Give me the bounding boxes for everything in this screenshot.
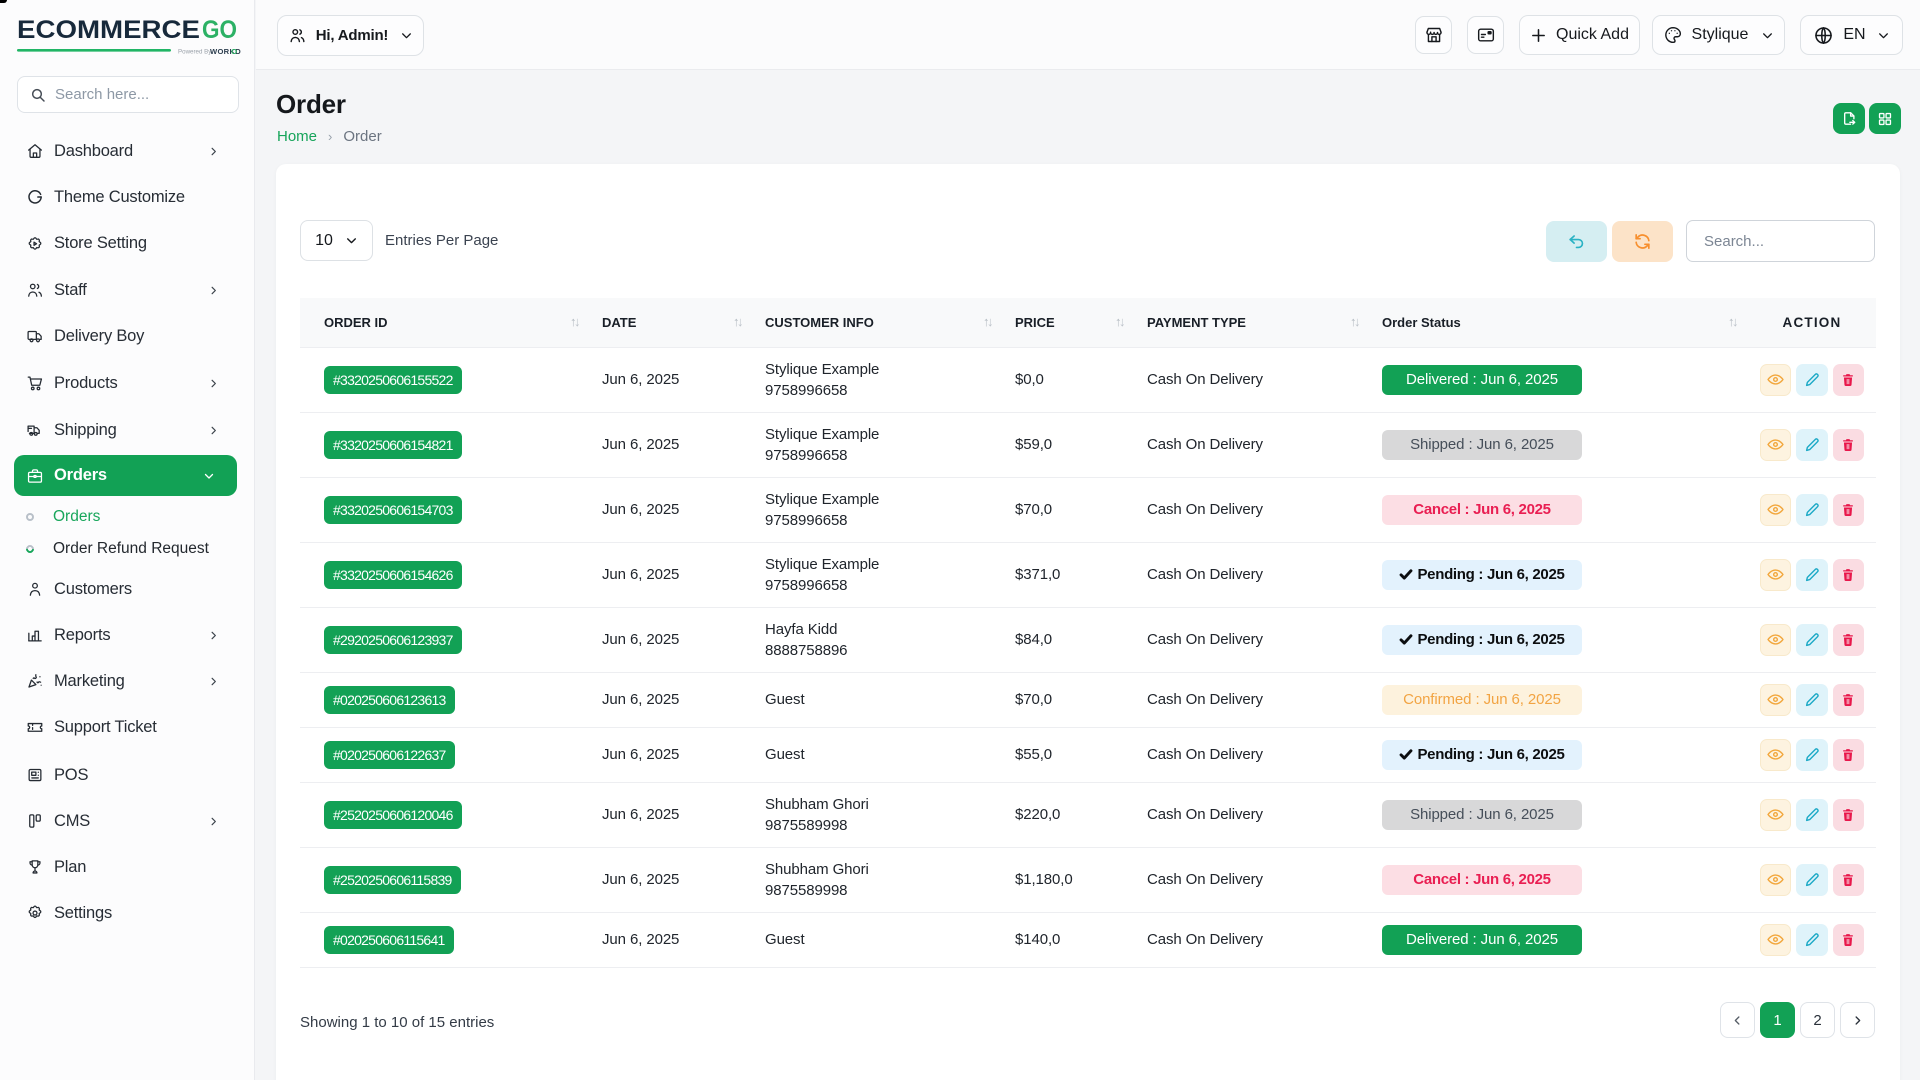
svg-text:ECOMMERCE: ECOMMERCE xyxy=(17,16,200,44)
svg-text:Powered By: Powered By xyxy=(178,49,212,56)
svg-text:GO: GO xyxy=(202,16,237,44)
svg-text:O: O xyxy=(231,47,237,56)
